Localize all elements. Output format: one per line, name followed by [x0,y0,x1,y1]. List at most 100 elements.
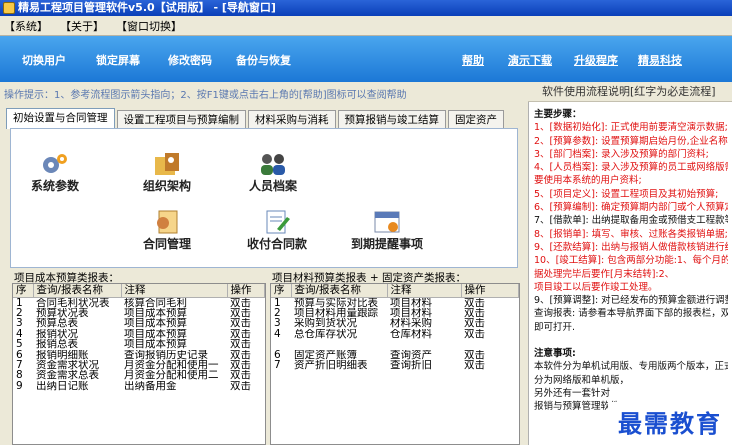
table-row[interactable]: 3 预算总表 项目成本预算 双击 [13,318,265,328]
cell-action[interactable]: 双击 [227,297,265,308]
cell-note: 出纳备用金 [124,380,177,392]
guide-line: 8、[报销单]: 填写、审核、过账各类报销单据; [534,228,728,240]
table-row[interactable]: 4 总仓库存状况 仓库材料 双击 [271,329,519,339]
cost-budget-report-table: 序 查询/报表名称 注释 操作 1 合同毛利状况表 核算合同毛利 双击 2 预算状况表 项目… [12,283,266,445]
table-row[interactable]: 3 采购到货状况 材料采购 双击 [271,318,519,328]
lock-screen-button[interactable]: 锁定屏幕 [96,52,140,68]
cell-action[interactable] [461,339,519,349]
guide-line: 项目竣工以后要作竣工处理。 [534,281,658,293]
cell-action[interactable]: 双击 [227,329,265,339]
cell-action[interactable]: 双击 [461,297,519,308]
cell-note [387,339,461,349]
calendar-icon [374,211,400,233]
table-row[interactable]: 2 预算状况表 项目成本预算 双击 [13,308,265,318]
tab-strip: 初始设置与合同管理 设置工程项目与预算编制 材料采购与消耗 预算报销与竣工结算 … [6,108,506,129]
contract-icon [157,210,178,234]
guide-line: 另外还有一套针对 [534,387,611,399]
col-header-note[interactable]: 注释 [121,284,228,298]
cell-no: 6 [16,349,23,360]
cell-note: 项目成本预算 [124,339,187,350]
guide-header: 软件使用流程说明[红字为必走流程] [528,82,732,102]
cell-action[interactable]: 双击 [461,329,519,339]
tab-project-budget[interactable]: 设置工程项目与预算编制 [116,110,246,129]
cell-name: 总仓库存状况 [294,328,357,340]
table-row[interactable]: 1 合同毛利状况表 核算合同毛利 双击 [13,297,265,308]
cell-action[interactable]: 双击 [461,308,519,318]
menu-window-switch[interactable]: 【窗口切换】 [116,18,182,34]
tab-initial-setup[interactable]: 初始设置与合同管理 [6,108,115,129]
guide-line: 5、[项目定义]: 设置工程项目及其初始预算; [534,188,719,200]
cell-note: 月资金分配和使用二 [124,370,219,381]
cell-name: 报销总表 [36,339,78,350]
guide-line [534,334,728,347]
cell-note: 核算合同毛利 [124,297,187,308]
flow-receipts[interactable]: 收付合同款 [247,209,307,252]
cell-name: 固定资产账簿 [294,349,357,360]
col-header-action[interactable]: 操作 [461,284,519,298]
guide-line: 3、[部门档案]: 录入涉及预算的部门资料; [534,148,709,160]
flow-label-personnel: 人员档案 [249,179,298,193]
cell-name: 资金需求状况 [36,359,99,371]
cell-action[interactable]: 双击 [227,350,265,360]
guide-line: 即可打开. [534,321,576,333]
table-row[interactable]: 7 资产折旧明细表 查询折旧 双击 [271,360,519,370]
watermark: 最需教育 [608,402,732,445]
menu-about[interactable]: 【关于】 [60,18,104,34]
tab-fixed-assets[interactable]: 固定资产 [448,110,504,129]
col-header-name[interactable]: 查询/报表名称 [291,284,388,298]
col-header-no[interactable]: 序 [271,284,292,298]
flow-personnel[interactable]: 人员档案 [249,151,297,194]
tab-materials[interactable]: 材料采购与消耗 [248,110,336,129]
flow-reminders[interactable]: 到期提醒事项 [351,209,423,252]
cell-action[interactable]: 双击 [227,360,265,370]
flow-label-contract-mgmt: 合同管理 [143,237,192,251]
table-row[interactable]: 8 资金需求总表 月资金分配和使用二 双击 [13,370,265,380]
cell-action[interactable]: 双击 [461,360,519,370]
col-header-no[interactable]: 序 [13,284,34,298]
app-icon [3,2,15,14]
flow-org-structure[interactable]: 组织架构 [143,151,191,194]
cell-note: 项目材料 [390,307,432,319]
help-link[interactable]: 帮助 [462,52,484,68]
change-password-button[interactable]: 修改密码 [168,52,212,68]
table-row[interactable] [271,339,519,349]
flow-panel: 系统参数 组织架构 人员档案 合同管理 收付合同款 到期提醒事项 [10,128,518,268]
guide-line: 查询报表: 请参看本导航界面下部的报表栏，双击 [534,308,728,320]
cell-action[interactable]: 双击 [461,350,519,360]
guide-line: 要使用本系统的用户资料; [534,175,642,187]
table-row[interactable]: 6 固定资产账簿 查询资产 双击 [271,350,519,360]
table-row[interactable]: 4 报销状况 项目成本预算 双击 [13,329,265,339]
col-header-name[interactable]: 查询/报表名称 [33,284,122,298]
col-header-action[interactable]: 操作 [227,284,265,298]
cell-no: 3 [274,318,281,329]
switch-user-button[interactable]: 切换用户 [22,52,66,68]
flow-contract-mgmt[interactable]: 合同管理 [143,209,191,252]
cell-action[interactable]: 双击 [227,318,265,328]
table-row[interactable]: 7 资金需求状况 月资金分配和使用一 双击 [13,360,265,370]
cell-no: 6 [274,349,281,360]
menu-system[interactable]: 【系统】 [4,18,48,34]
cell-no: 7 [16,359,23,371]
backup-restore-button[interactable]: 备份与恢复 [236,52,291,68]
cell-action[interactable]: 双击 [227,381,265,391]
table-row[interactable]: 5 报销总表 项目成本预算 双击 [13,339,265,349]
cell-action[interactable]: 双击 [227,339,265,349]
toolbar: 切换用户 锁定屏幕 修改密码 备份与恢复 帮助 演示下载 升级程序 精易科技 [0,36,732,82]
flow-system-params[interactable]: 系统参数 [31,151,79,194]
upgrade-link[interactable]: 升级程序 [574,52,618,68]
col-header-note[interactable]: 注释 [387,284,462,298]
table-row[interactable]: 6 报销明细账 查询报销历史记录 双击 [13,350,265,360]
cell-action[interactable]: 双击 [227,308,265,318]
table-row[interactable]: 9 出纳日记账 出纳备用金 双击 [13,381,265,391]
company-link[interactable]: 精易科技 [638,52,682,68]
cell-no: 2 [274,307,281,319]
table-row[interactable]: 1 预算与实际对比表 项目材料 双击 [271,297,519,308]
cell-action[interactable]: 双击 [461,318,519,328]
cell-no: 1 [16,297,23,308]
cell-action[interactable]: 双击 [227,370,265,380]
demo-download-link[interactable]: 演示下载 [508,52,552,68]
tab-reimbursement[interactable]: 预算报销与竣工结算 [337,110,446,129]
table-row[interactable]: 2 项目材料用量跟踪 项目材料 双击 [271,308,519,318]
cell-name: 资产折旧明细表 [294,359,368,371]
window-title: 精易工程项目管理软件v5.0【试用版】 - [导航窗口] [18,1,276,14]
